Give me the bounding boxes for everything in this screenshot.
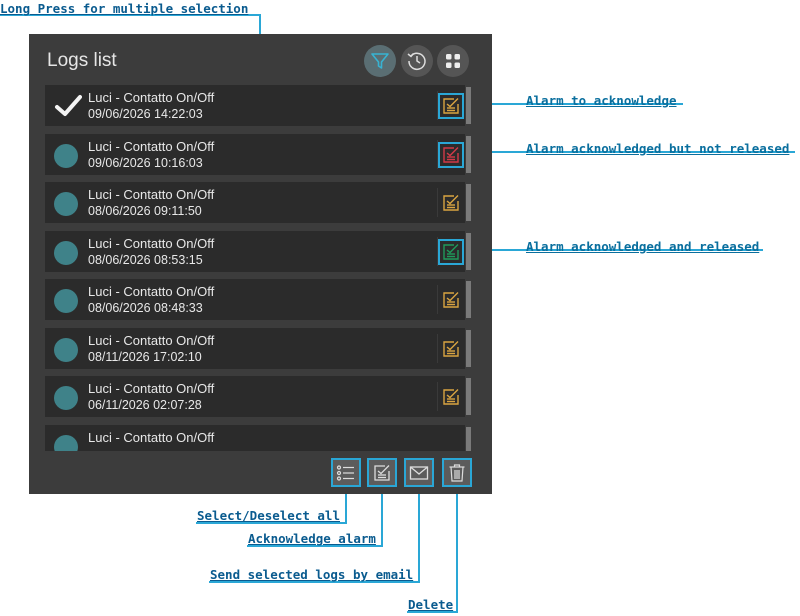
page-title: Logs list [47, 50, 117, 71]
selection-circle[interactable] [54, 434, 78, 451]
select-all-list-icon [336, 464, 354, 481]
log-row[interactable]: Luci - Contatto On/Off 08/06/2026 08:53:1… [45, 230, 471, 272]
filter-button[interactable] [364, 45, 396, 77]
annotation-select-all: Select/Deselect all [197, 508, 340, 523]
acknowledge-status-icon [443, 195, 459, 211]
selection-circle[interactable] [54, 386, 78, 410]
filter-icon [371, 53, 389, 69]
ack-status-button[interactable] [438, 93, 464, 119]
annotation-ack-not-released: Alarm acknowledged but not released [526, 141, 790, 156]
log-date: 09/06/2026 10:16:03 [88, 155, 203, 170]
annotation-alarm-to-acknowledge: Alarm to acknowledge [526, 93, 677, 108]
log-row[interactable]: Luci - Contatto On/Off 08/06/2026 09:11:5… [45, 182, 471, 223]
history-button[interactable] [401, 45, 433, 77]
annotation-ack-released: Alarm acknowledged and released [526, 239, 760, 254]
annotation-long-press: Long Press for multiple selection [0, 1, 249, 16]
annotation-delete: Delete [408, 597, 454, 612]
selection-circle[interactable] [54, 192, 78, 216]
log-row[interactable]: Luci - Contatto On/Off 06/11/2026 02:07:2… [45, 376, 471, 417]
selected-check-icon[interactable] [54, 93, 82, 119]
log-date: 08/06/2026 08:53:15 [88, 252, 203, 267]
ack-status-button[interactable] [438, 238, 464, 265]
log-date: 08/06/2026 08:48:33 [88, 301, 203, 315]
log-row[interactable]: Luci - Contatto On/Off [45, 424, 471, 451]
row-scroll-indicator [466, 426, 471, 451]
selection-circle[interactable] [54, 240, 78, 265]
acknowledge-status-icon [443, 146, 459, 163]
log-name: Luci - Contatto On/Off [88, 235, 215, 251]
row-scroll-indicator [466, 87, 471, 124]
log-date: 08/06/2026 09:11:50 [88, 204, 202, 218]
ack-status-button[interactable] [438, 287, 464, 313]
send-email-button[interactable] [404, 458, 434, 487]
ack-status-button[interactable] [438, 141, 464, 168]
acknowledge-alarm-button[interactable] [367, 458, 397, 487]
grid-icon [446, 54, 460, 68]
email-icon [409, 465, 429, 480]
annotation-acknowledge-alarm: Acknowledge alarm [248, 531, 376, 546]
log-name: Luci - Contatto On/Off [88, 332, 215, 348]
row-scroll-indicator [466, 232, 471, 270]
ack-status-button[interactable] [438, 336, 464, 362]
history-clock-icon [407, 52, 426, 70]
log-row[interactable]: Luci - Contatto On/Off 09/06/2026 14:22:0… [45, 85, 471, 126]
annotation-send-email: Send selected logs by email [210, 567, 414, 582]
trash-icon [449, 463, 465, 482]
row-scroll-indicator [466, 135, 471, 173]
acknowledge-status-icon [443, 243, 459, 260]
selection-circle[interactable] [54, 289, 78, 313]
selection-circle[interactable] [54, 337, 78, 362]
row-scroll-indicator [466, 329, 471, 367]
row-scroll-indicator [466, 184, 471, 221]
acknowledge-status-icon [443, 389, 459, 405]
log-row[interactable]: Luci - Contatto On/Off 08/11/2026 17:02:1… [45, 327, 471, 369]
log-date: 09/06/2026 14:22:03 [88, 107, 203, 121]
ack-status-button[interactable] [438, 384, 464, 410]
log-date: 08/11/2026 17:02:10 [88, 349, 202, 364]
ack-status-button[interactable] [438, 190, 464, 216]
acknowledge-status-icon [443, 292, 459, 308]
log-name: Luci - Contatto On/Off [88, 381, 215, 396]
log-row[interactable]: Luci - Contatto On/Off 09/06/2026 10:16:0… [45, 133, 471, 175]
log-name: Luci - Contatto On/Off [88, 429, 215, 445]
acknowledge-status-icon [443, 340, 459, 357]
grid-view-button[interactable] [437, 45, 469, 77]
log-name: Luci - Contatto On/Off [88, 284, 215, 299]
log-date: 06/11/2026 02:07:28 [88, 398, 202, 412]
log-name: Luci - Contatto On/Off [88, 138, 215, 154]
log-row[interactable]: Luci - Contatto On/Off 08/06/2026 08:48:3… [45, 279, 471, 320]
acknowledge-status-icon [443, 98, 459, 114]
acknowledge-icon [374, 464, 390, 481]
log-name: Luci - Contatto On/Off [88, 187, 215, 202]
row-scroll-indicator [466, 378, 471, 415]
select-all-button[interactable] [331, 458, 361, 487]
row-scroll-indicator [466, 281, 471, 318]
selection-circle[interactable] [54, 143, 78, 168]
logs-list[interactable]: Luci - Contatto On/Off 09/06/2026 14:22:0… [45, 85, 471, 451]
log-name: Luci - Contatto On/Off [88, 90, 215, 105]
delete-button[interactable] [442, 458, 472, 487]
